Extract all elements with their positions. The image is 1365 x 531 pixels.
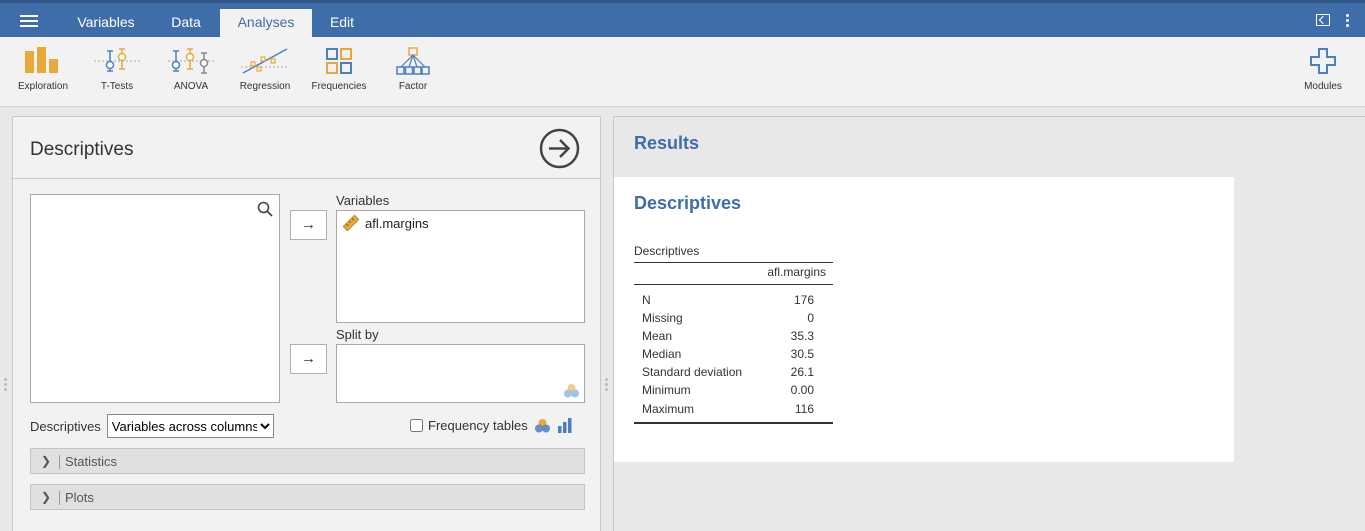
table-row: Maximum 116 [634,399,833,424]
tab-data[interactable]: Data [160,9,212,37]
modules-button[interactable]: Modules [1288,47,1358,92]
hamburger-menu-icon[interactable] [20,15,38,27]
variables-label: Variables [336,193,390,208]
split-by-label: Split by [336,327,379,342]
title-divider [13,178,600,179]
regression-label: Regression [239,81,291,92]
row-label: Missing [642,311,683,325]
row-value: 116 [752,399,833,424]
tab-variables[interactable]: Variables [62,9,150,37]
header-divider [59,491,60,505]
row-value: 35.3 [790,329,814,343]
exploration-label: Exploration [17,81,69,92]
factor-label: Factor [398,81,428,92]
regression-icon [241,48,289,74]
row-value: 30.5 [790,347,814,361]
row-label: Minimum [642,383,691,397]
analysis-title: Descriptives [30,139,134,160]
results-card: Descriptives Descriptives afl.margins N … [614,177,1234,462]
nominal-variable-icon [564,384,579,398]
options-panel: Descriptives → → Variables afl.margins S… [12,116,601,531]
variables-target-list[interactable]: afl.margins [336,210,585,323]
descriptives-layout-select[interactable]: Variables across columns [106,414,274,438]
results-heading[interactable]: Descriptives [634,193,741,214]
source-variable-list[interactable] [30,194,280,403]
move-to-variables-button[interactable]: → [290,210,327,240]
table-row: Median 30.5 [634,345,833,363]
regression-button[interactable]: Regression [230,47,300,92]
row-label: Standard deviation [642,365,743,379]
frequency-tables-row: Frequency tables [410,418,573,433]
variable-name: afl.margins [365,215,429,231]
statistics-section-header[interactable]: ❯ Statistics [30,448,585,474]
descriptives-layout-label: Descriptives [30,418,101,434]
bar-chart-icon [557,418,572,433]
nominal-variable-icon [534,419,550,433]
factor-button[interactable]: Factor [378,47,448,92]
window-mode-icon[interactable] [1316,14,1330,26]
t-tests-icon [94,48,140,72]
exploration-button[interactable]: Exploration [8,47,78,92]
table-header-empty [634,262,753,285]
table-caption: Descriptives [634,244,700,258]
modules-label: Modules [1304,81,1342,92]
anova-button[interactable]: ANOVA [156,47,226,92]
factor-icon [396,47,430,75]
t-tests-button[interactable]: T-Tests [82,47,152,92]
frequency-tables-label[interactable]: Frequency tables [428,418,528,433]
row-value: 26.1 [790,365,814,379]
anova-icon [168,48,214,74]
row-value: 0 [807,311,814,325]
exploration-icon [25,47,58,73]
arrow-right-circle-icon[interactable] [539,128,580,169]
table-row: Missing 0 [634,309,833,327]
frequencies-button[interactable]: Frequencies [304,47,374,92]
chevron-right-icon: ❯ [41,454,52,468]
row-label: N [642,293,651,307]
frequencies-label: Frequencies [311,81,367,92]
chevron-right-icon: ❯ [41,490,52,504]
panel-resize-handle[interactable] [605,378,608,393]
move-to-split-by-button[interactable]: → [290,344,327,374]
top-menu-bar: Variables Data Analyses Edit [0,0,1365,37]
plots-section-label: Plots [65,490,94,505]
table-row: Minimum 0.00 [634,381,833,399]
row-value: 176 [793,293,814,307]
t-tests-label: T-Tests [100,81,134,92]
left-resize-handle[interactable] [4,378,7,393]
plots-section-header[interactable]: ❯ Plots [30,484,585,510]
results-title: Results [634,133,700,153]
table-header-variable: afl.margins [752,262,833,285]
list-item[interactable]: afl.margins [343,215,429,231]
tab-edit[interactable]: Edit [318,9,366,37]
descriptives-table[interactable]: afl.margins N 176 Missing 0 Mean 35.3 Me… [634,262,833,424]
header-divider [59,455,60,469]
results-panel: Results Descriptives Descriptives afl.ma… [613,116,1365,531]
row-label: Median [642,347,682,361]
row-value: 0.00 [790,383,814,397]
tab-analyses[interactable]: Analyses [220,9,312,37]
search-icon[interactable] [257,201,273,217]
descriptives-layout-row: Descriptives Variables across columns [30,414,274,438]
frequency-tables-checkbox[interactable] [410,419,423,432]
plus-icon [1310,48,1336,74]
split-by-target-list[interactable] [336,344,585,403]
table-row: Mean 35.3 [634,327,833,345]
ruler-icon [343,215,359,231]
row-label: Maximum [634,399,753,424]
frequencies-icon [326,48,352,74]
anova-label: ANOVA [173,81,209,92]
row-label: Mean [642,329,673,343]
analyses-ribbon: Exploration T-Tests ANOVA Regression Fre… [0,37,1365,107]
more-options-icon[interactable] [1346,14,1349,29]
table-row: Standard deviation 26.1 [634,363,833,381]
table-row: N 176 [634,285,833,310]
statistics-section-label: Statistics [65,454,118,469]
